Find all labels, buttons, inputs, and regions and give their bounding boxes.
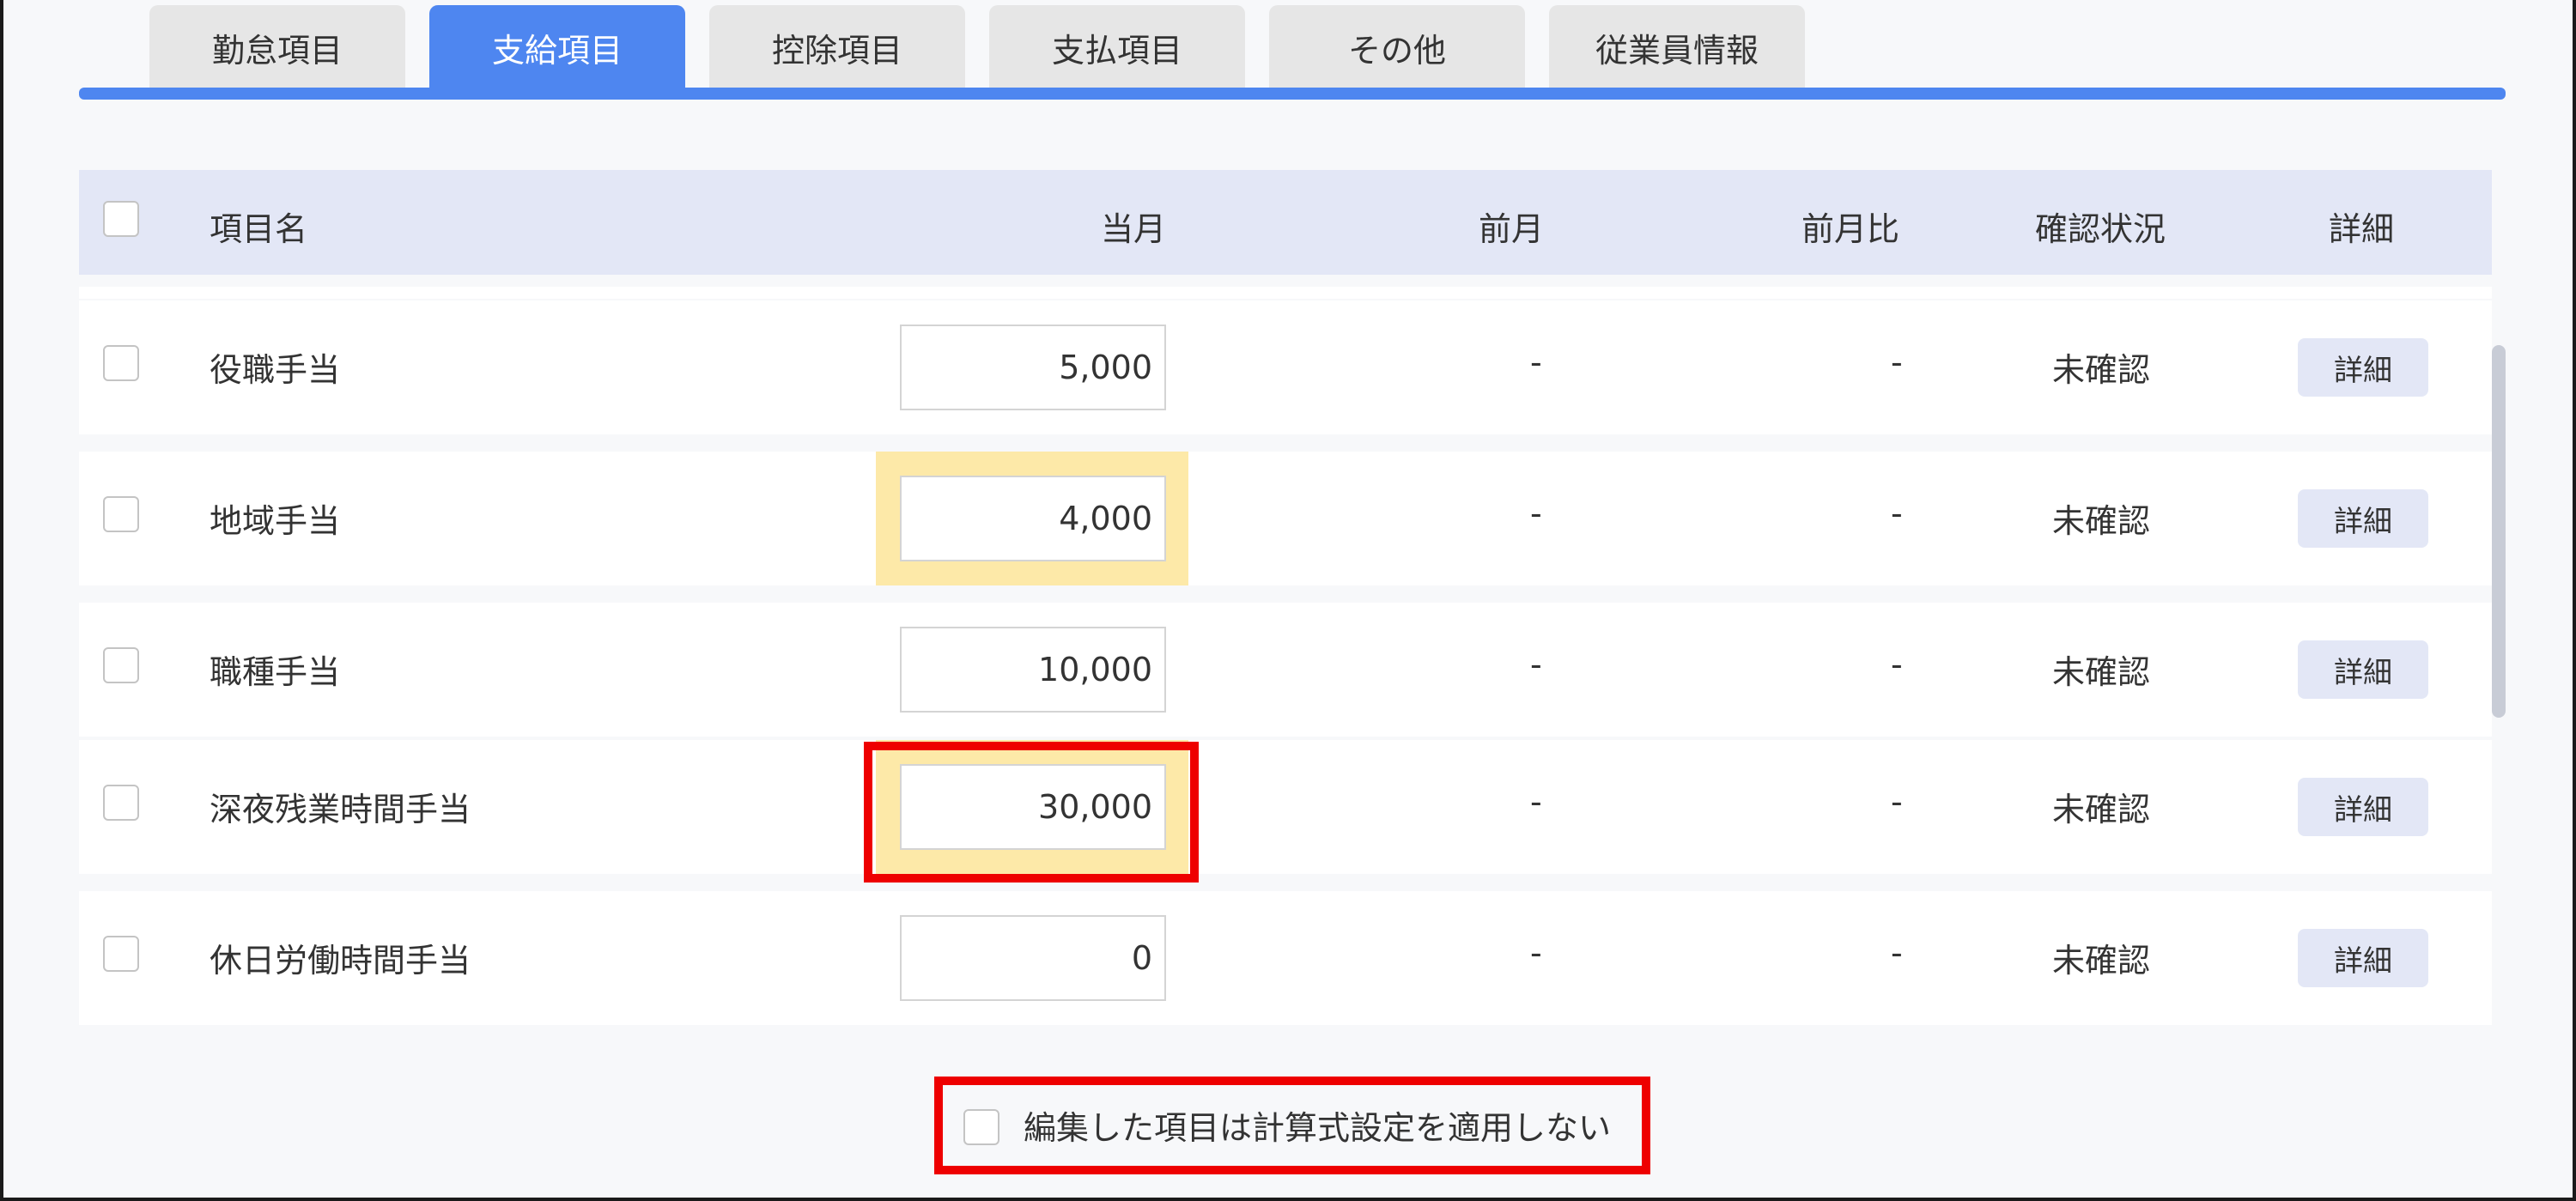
annotation-box-amount [864, 742, 1199, 883]
tab-employee-info[interactable]: 従業員情報 [1549, 5, 1805, 89]
detail-button[interactable]: 詳細 [2298, 778, 2428, 836]
table-row: 地域手当 4,000 - - 未確認 詳細 [79, 452, 2492, 585]
detail-button[interactable]: 詳細 [2298, 640, 2428, 699]
header-previous: 前月 [1479, 210, 1545, 248]
table-row: 職種手当 10,000 - - 未確認 詳細 [79, 603, 2492, 737]
header-ratio: 前月比 [1801, 210, 1900, 248]
item-name: 深夜残業時間手当 [210, 791, 471, 828]
confirm-status: 未確認 [2052, 502, 2151, 540]
tab-attendance[interactable]: 勤怠項目 [149, 5, 405, 89]
tab-deduction-items[interactable]: 控除項目 [709, 5, 965, 89]
tab-bar: 勤怠項目 支給項目 控除項目 支払項目 その他 従業員情報 [149, 5, 1805, 89]
table-row: 休日労働時間手当 0 - - 未確認 詳細 [79, 891, 2492, 1025]
tab-payout-items[interactable]: 支払項目 [989, 5, 1245, 89]
month-ratio: - [1891, 783, 1903, 821]
table-scrollbar[interactable] [2492, 345, 2506, 718]
row-checkbox[interactable] [103, 785, 139, 821]
row-checkbox[interactable] [103, 496, 139, 532]
table-row: 深夜残業時間手当 30,000 - - 未確認 詳細 [79, 740, 2492, 874]
month-ratio: - [1891, 646, 1903, 683]
header-current: 当月 [1101, 210, 1167, 248]
month-ratio: - [1891, 934, 1903, 972]
row-checkbox[interactable] [103, 936, 139, 972]
detail-button[interactable]: 詳細 [2298, 338, 2428, 397]
current-amount-input[interactable]: 4,000 [900, 476, 1166, 561]
confirm-status: 未確認 [2052, 653, 2151, 691]
row-checkbox[interactable] [103, 345, 139, 381]
month-ratio: - [1891, 343, 1903, 381]
row-checkbox[interactable] [103, 647, 139, 683]
item-name: 職種手当 [210, 653, 341, 691]
confirm-status: 未確認 [2052, 351, 2151, 389]
previous-amount: - [1530, 934, 1542, 972]
confirm-status: 未確認 [2052, 791, 2151, 828]
tab-underline [79, 88, 2506, 100]
item-name: 休日労働時間手当 [210, 942, 471, 980]
no-formula-checkbox[interactable] [963, 1109, 999, 1145]
item-name: 役職手当 [210, 351, 341, 389]
row-partial [79, 287, 2492, 299]
no-formula-label: 編集した項目は計算式設定を適用しない [1024, 1108, 1612, 1147]
previous-amount: - [1530, 783, 1542, 821]
current-amount-input[interactable]: 0 [900, 915, 1166, 1001]
previous-amount: - [1530, 494, 1542, 532]
current-amount-input[interactable]: 10,000 [900, 627, 1166, 713]
item-name: 地域手当 [210, 502, 341, 540]
previous-amount: - [1530, 343, 1542, 381]
current-amount-input[interactable]: 5,000 [900, 325, 1166, 410]
header-detail: 詳細 [2329, 210, 2395, 248]
select-all-checkbox[interactable] [103, 201, 139, 237]
previous-amount: - [1530, 646, 1542, 683]
month-ratio: - [1891, 494, 1903, 532]
header-status: 確認状況 [2035, 210, 2166, 248]
detail-button[interactable]: 詳細 [2298, 489, 2428, 548]
tab-other[interactable]: その他 [1269, 5, 1525, 89]
table-header: 項目名 当月 前月 前月比 確認状況 詳細 [79, 170, 2492, 275]
table-row: 役職手当 5,000 - - 未確認 詳細 [79, 300, 2492, 434]
detail-button[interactable]: 詳細 [2298, 929, 2428, 987]
tab-payment-items[interactable]: 支給項目 [429, 5, 685, 89]
header-name: 項目名 [210, 210, 308, 248]
confirm-status: 未確認 [2052, 942, 2151, 980]
